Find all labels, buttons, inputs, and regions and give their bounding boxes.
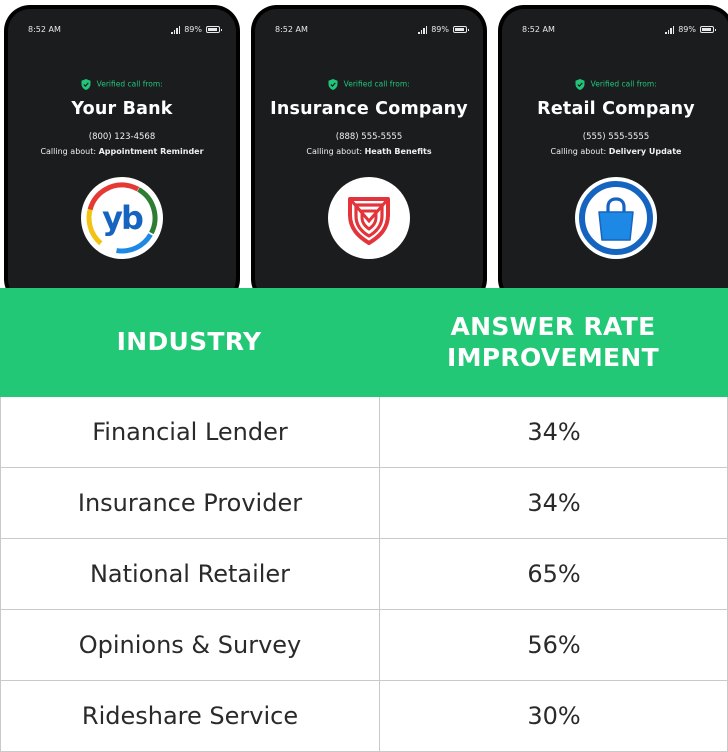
phone-screen: 8:52 AM 89% Verified call from: Retail C… — [502, 9, 728, 301]
calling-about-label: Calling about: — [40, 147, 97, 156]
battery-percent: 89% — [184, 25, 202, 34]
status-time: 8:52 AM — [28, 25, 61, 34]
caller-number: (888) 555-5555 — [335, 132, 403, 142]
calling-about: Calling about: Heath Benefits — [255, 147, 483, 156]
calling-about-reason: Appointment Reminder — [98, 147, 204, 156]
verified-caller-line: Verified call from: — [8, 79, 236, 90]
verified-label: Verified call from: — [590, 79, 657, 89]
status-time: 8:52 AM — [522, 25, 555, 34]
rate-cell: 30% — [527, 702, 581, 730]
header-answer-rate: ANSWER RATE IMPROVEMENT — [378, 288, 728, 397]
verified-label: Verified call from: — [343, 79, 410, 89]
verified-shield-icon — [328, 79, 338, 90]
signal-icon — [665, 25, 675, 34]
table-row: Financial Lender 34% — [0, 397, 728, 468]
industry-cell: Insurance Provider — [77, 489, 303, 517]
yb-bank-logo: yb — [81, 177, 163, 259]
verified-caller-line: Verified call from: — [502, 79, 728, 90]
answer-rate-table: INDUSTRY ANSWER RATE IMPROVEMENT Financi… — [0, 288, 728, 752]
rate-cell: 34% — [527, 418, 581, 446]
phone-your-bank: 8:52 AM 89% Verified call from: Your Ban… — [4, 5, 240, 305]
industry-cell: Rideshare Service — [81, 702, 299, 730]
table-row: National Retailer 65% — [0, 539, 728, 610]
verified-shield-icon — [81, 79, 91, 90]
rate-cell: 56% — [527, 631, 581, 659]
phone-mockups: 8:52 AM 89% Verified call from: Your Ban… — [0, 0, 728, 305]
battery-icon — [206, 26, 222, 33]
header-answer-rate-line2: IMPROVEMENT — [447, 342, 659, 372]
status-time: 8:52 AM — [275, 25, 308, 34]
caller-number: (555) 555-5555 — [582, 132, 650, 142]
caller-name: Your Bank — [71, 99, 173, 119]
calling-about-label: Calling about: — [306, 147, 363, 156]
status-bar: 8:52 AM 89% — [28, 25, 222, 39]
caller-name: Retail Company — [537, 99, 695, 119]
table-header: INDUSTRY ANSWER RATE IMPROVEMENT — [0, 288, 728, 397]
header-answer-rate-line1: ANSWER RATE — [450, 312, 656, 341]
battery-percent: 89% — [678, 25, 696, 34]
caller-name: Insurance Company — [270, 99, 468, 119]
calling-about-label: Calling about: — [550, 147, 607, 156]
battery-icon — [453, 26, 469, 33]
industry-cell: Financial Lender — [92, 418, 288, 446]
battery-icon — [700, 26, 716, 33]
status-bar: 8:52 AM 89% — [522, 25, 716, 39]
calling-about-reason: Heath Benefits — [364, 147, 432, 156]
calling-about: Calling about: Appointment Reminder — [8, 147, 236, 156]
status-bar: 8:52 AM 89% — [275, 25, 469, 39]
calling-about-reason: Delivery Update — [608, 147, 682, 156]
table-row: Rideshare Service 30% — [0, 681, 728, 752]
table-row: Opinions & Survey 56% — [0, 610, 728, 681]
rate-cell: 34% — [527, 489, 581, 517]
header-industry: INDUSTRY — [116, 327, 262, 357]
verified-caller-line: Verified call from: — [255, 79, 483, 90]
shopping-bag-icon — [575, 177, 657, 259]
phone-insurance-company: 8:52 AM 89% Verified call from: Insuranc… — [251, 5, 487, 305]
industry-cell: Opinions & Survey — [78, 631, 302, 659]
calling-about: Calling about: Delivery Update — [502, 147, 728, 156]
caller-number: (800) 123-4568 — [88, 132, 156, 142]
signal-icon — [171, 25, 181, 34]
industry-cell: National Retailer — [89, 560, 291, 588]
signal-icon — [418, 25, 428, 34]
phone-retail-company: 8:52 AM 89% Verified call from: Retail C… — [498, 5, 728, 305]
verified-shield-icon — [575, 79, 585, 90]
phone-screen: 8:52 AM 89% Verified call from: Insuranc… — [255, 9, 483, 301]
table-row: Insurance Provider 34% — [0, 468, 728, 539]
rate-cell: 65% — [527, 560, 581, 588]
yb-logo-text: yb — [102, 199, 143, 237]
verified-label: Verified call from: — [96, 79, 163, 89]
battery-percent: 89% — [431, 25, 449, 34]
shield-icon — [328, 177, 410, 259]
phone-screen: 8:52 AM 89% Verified call from: Your Ban… — [8, 9, 236, 301]
